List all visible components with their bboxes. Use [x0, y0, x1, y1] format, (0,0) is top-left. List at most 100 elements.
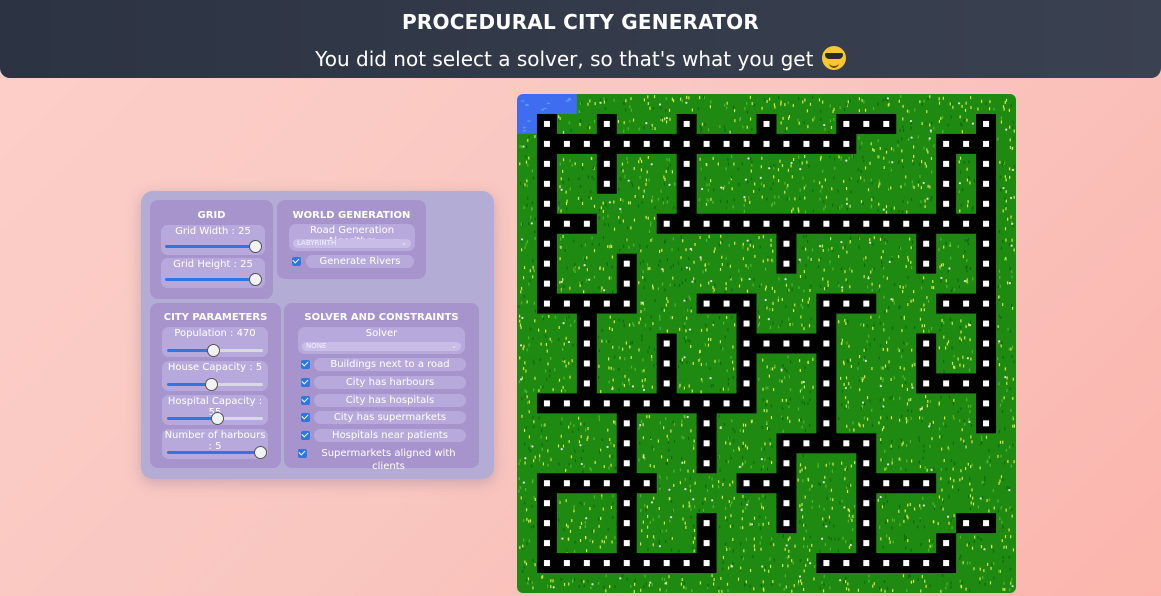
- grass-blade: [968, 418, 970, 422]
- grass-blade: [1011, 275, 1013, 279]
- road-marker: [663, 400, 670, 407]
- grass-blade: [903, 534, 906, 538]
- population-slider[interactable]: [167, 344, 263, 357]
- solver-select[interactable]: NONE ⌄: [302, 342, 461, 351]
- grass-blade: [614, 355, 616, 359]
- grass-blade: [966, 178, 969, 182]
- grass-blade: [669, 163, 671, 167]
- grass-blade: [558, 118, 560, 122]
- grass-tile: [676, 453, 698, 474]
- grass-blade: [586, 268, 589, 272]
- hospital-capacity-slider-thumb[interactable]: [210, 412, 224, 425]
- grass-blade: [923, 99, 925, 103]
- grass-blade: [738, 182, 740, 186]
- grass-blade: [519, 162, 521, 166]
- grass-flower: [1008, 489, 1011, 492]
- grass-blade: [605, 203, 607, 207]
- grass-blade: [620, 210, 622, 214]
- road-marker: [883, 480, 890, 487]
- grass-flower: [845, 202, 849, 205]
- constraint-checkbox-buildings-road[interactable]: [301, 360, 310, 369]
- grass-blade: [751, 163, 753, 167]
- grass-tile: [896, 533, 917, 554]
- grass-tile: [776, 94, 798, 115]
- grass-blade: [969, 320, 972, 324]
- grass-blade: [1012, 424, 1014, 428]
- grass-blade: [841, 341, 843, 345]
- grass-blade: [725, 441, 727, 445]
- grass-tile: [556, 233, 578, 255]
- grass-blade: [1008, 167, 1011, 171]
- grass-blade: [641, 369, 643, 373]
- road-marker: [803, 440, 810, 447]
- grass-blade: [690, 508, 692, 512]
- grass-tile: [517, 373, 538, 394]
- grass-blade: [520, 290, 522, 294]
- grid-width-slider[interactable]: [165, 240, 262, 253]
- house-capacity-slider-thumb[interactable]: [205, 378, 219, 391]
- grass-flower: [591, 583, 594, 586]
- constraint-checkbox-harbours[interactable]: [301, 378, 310, 387]
- grass-blade: [929, 123, 931, 127]
- grass-blade: [969, 410, 971, 414]
- grass-blade: [799, 559, 801, 563]
- grass-blade: [560, 578, 562, 582]
- grass-tile: [836, 313, 857, 335]
- grass-blade: [908, 574, 910, 578]
- grid-height-slider-thumb[interactable]: [249, 273, 262, 286]
- constraint-checkbox-hospitals-near[interactable]: [301, 431, 310, 440]
- grass-blade: [829, 119, 832, 123]
- grass-blade: [951, 361, 954, 365]
- grass-blade: [929, 399, 932, 403]
- grass-blade: [743, 549, 745, 553]
- population-slider-thumb[interactable]: [207, 344, 221, 357]
- grass-tile: [616, 113, 638, 135]
- hospital-capacity-slider[interactable]: [167, 412, 263, 425]
- harbours-slider-thumb[interactable]: [254, 446, 268, 459]
- grass-tile: [556, 373, 578, 394]
- grass-blade: [979, 577, 981, 581]
- road-marker: [983, 140, 990, 147]
- grass-blade: [645, 323, 647, 327]
- constraint-checkbox-supermarkets-aligned[interactable]: [298, 449, 307, 458]
- grass-blade: [542, 385, 544, 389]
- grass-flower: [719, 426, 722, 429]
- grass-blade: [654, 299, 656, 303]
- grass-blade: [868, 574, 870, 578]
- grass-blade: [693, 439, 695, 443]
- house-capacity-slider[interactable]: [167, 378, 263, 391]
- road-marker: [783, 520, 790, 527]
- road-algorithm-select[interactable]: LABYRINTH ⌄: [293, 239, 411, 248]
- constraint-checkbox-hospitals[interactable]: [301, 396, 310, 405]
- grid-height-slider[interactable]: [165, 273, 262, 286]
- grass-blade: [573, 509, 575, 513]
- grass-blade: [742, 423, 745, 427]
- grass-blade: [529, 279, 531, 283]
- grass-tile: [576, 433, 598, 454]
- generate-rivers-checkbox[interactable]: [292, 257, 301, 266]
- constraint-checkbox-supermarkets[interactable]: [301, 413, 310, 422]
- grass-blade: [881, 458, 884, 462]
- grass-blade: [663, 577, 666, 581]
- harbours-slider[interactable]: [167, 446, 268, 459]
- grass-blade: [608, 357, 610, 361]
- grass-flower: [818, 245, 822, 248]
- grid-width-slider-thumb[interactable]: [249, 240, 262, 253]
- grass-blade: [830, 537, 832, 541]
- grass-blade: [681, 361, 683, 365]
- grass-blade: [794, 303, 796, 307]
- grass-blade: [778, 195, 780, 199]
- grass-blade: [623, 129, 625, 133]
- grass-blade: [742, 462, 744, 466]
- grass-blade: [728, 435, 730, 439]
- grass-tile: [536, 573, 558, 593]
- grass-blade: [913, 290, 915, 294]
- road-marker: [923, 240, 930, 247]
- road-marker: [583, 480, 590, 487]
- grass-blade: [648, 583, 650, 587]
- app-header: PROCEDURAL CITY GENERATOR You did not se…: [0, 0, 1161, 78]
- grass-flower: [619, 207, 622, 211]
- grass-blade: [904, 537, 906, 541]
- grass-blade: [953, 398, 955, 402]
- grass-blade: [623, 101, 625, 105]
